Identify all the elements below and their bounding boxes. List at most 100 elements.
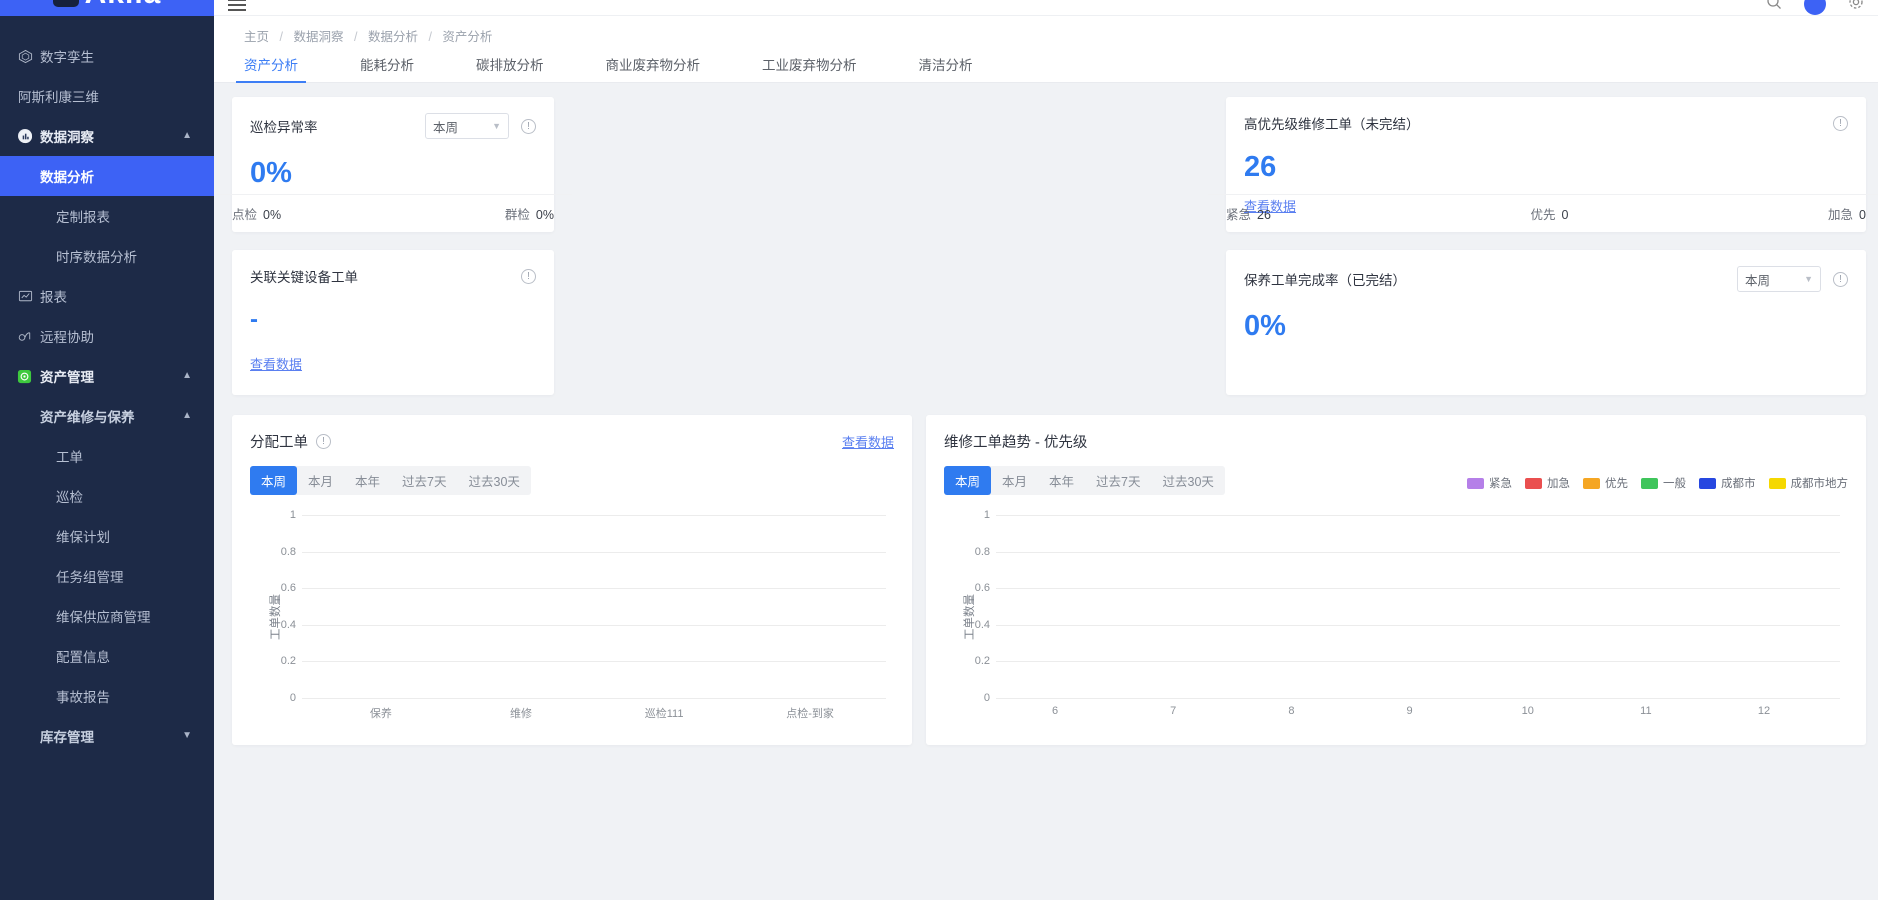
breadcrumb-item-data-insight[interactable]: 数据洞察 — [293, 30, 343, 44]
view-data-link[interactable]: 查看数据 — [250, 354, 302, 373]
sidebar-item-remote-assist[interactable]: 远程协助 — [0, 316, 214, 356]
segment-this-week[interactable]: 本周 — [250, 466, 298, 495]
info-icon[interactable]: ! — [316, 434, 331, 449]
chevron-up-icon[interactable]: ▲ — [182, 411, 192, 421]
sidebar-item-label: 事故报告 — [56, 690, 110, 705]
sidebar-item-report[interactable]: 报表 — [0, 276, 214, 316]
segment-this-month[interactable]: 本月 — [297, 466, 344, 495]
breadcrumb-separator: / — [279, 30, 283, 44]
period-select[interactable]: 本周 ▼ — [425, 113, 509, 139]
kpi-column-left: 巡检异常率 本周 ▼ ! 0% 点检 0% 群检 0% 关联关键设备工单 ! -… — [214, 97, 572, 395]
segment-last-7-days[interactable]: 过去7天 — [391, 466, 457, 495]
footer-stat-urgent: 紧急 26 — [1226, 204, 1271, 223]
info-icon[interactable]: ! — [521, 268, 536, 284]
sidebar-item-label: 数据洞察 — [40, 130, 94, 145]
chart-grid: 0 0.2 0.4 0.6 0.8 1 6 7 8 9 10 11 12 — [975, 509, 1840, 717]
footer-stat-dianjian: 点检 0% — [232, 204, 281, 223]
sidebar-nav: 数字孪生 阿斯利康三维 数据洞察 ▲ 数据分析 定制报表 时序数据分析 报表 远… — [0, 16, 214, 756]
segment-this-year[interactable]: 本年 — [1038, 466, 1085, 495]
chevron-up-icon[interactable]: ▲ — [182, 371, 192, 381]
sidebar-item-config-info[interactable]: 配置信息 — [0, 636, 214, 676]
y-tick: 0.2 — [974, 655, 990, 668]
tab-energy-analysis[interactable]: 能耗分析 — [360, 54, 414, 82]
segment-this-year[interactable]: 本年 — [344, 466, 391, 495]
search-icon[interactable] — [1766, 0, 1782, 13]
chart-plot-area: 工单数量 0 0.2 0.4 0.6 0.8 1 保养 维修 巡检111 点检-… — [250, 509, 894, 724]
card-footer: 点检 0% 群检 0% — [214, 194, 572, 232]
tab-bar: 资产分析 能耗分析 碳排放分析 商业废弃物分析 工业废弃物分析 清洁分析 — [214, 45, 1878, 83]
segment-this-month[interactable]: 本月 — [991, 466, 1038, 495]
y-axis-label: 工单数量 — [964, 593, 976, 640]
sidebar-item-maintenance-supplier-management[interactable]: 维保供应商管理 — [0, 596, 214, 636]
legend-item-normal[interactable]: 一般 — [1641, 475, 1686, 491]
y-tick: 0.8 — [974, 545, 990, 558]
period-select-value: 本周 — [433, 120, 459, 135]
sidebar-item-data-analysis[interactable]: 数据分析 — [0, 156, 214, 196]
sidebar-item-inventory-management[interactable]: 库存管理 ▼ — [0, 716, 214, 756]
footer-stat-label: 群检 — [504, 208, 530, 222]
breadcrumb-item-asset-analysis[interactable]: 资产分析 — [442, 30, 492, 44]
tab-asset-analysis[interactable]: 资产分析 — [236, 54, 306, 83]
chart-grid: 0 0.2 0.4 0.6 0.8 1 保养 维修 巡检111 点检-到家 — [281, 509, 886, 720]
sidebar-item-astrazeneca-3d[interactable]: 阿斯利康三维 — [0, 76, 214, 116]
app-root: Akila 数字孪生 阿斯利康三维 数据洞察 ▲ — [0, 0, 1878, 900]
legend-item-chengdu-local[interactable]: 成都市地方 — [1768, 475, 1849, 491]
sidebar-item-timeseries-analysis[interactable]: 时序数据分析 — [0, 236, 214, 276]
chevron-down-icon[interactable]: ▼ — [182, 731, 192, 741]
menu-toggle-icon[interactable] — [228, 0, 246, 11]
sidebar-item-custom-report[interactable]: 定制报表 — [0, 196, 214, 236]
legend-item-priority[interactable]: 优先 — [1583, 475, 1628, 491]
card-header: 关联关键设备工单 ! — [250, 266, 536, 286]
tab-carbon-analysis[interactable]: 碳排放分析 — [476, 54, 544, 82]
period-select[interactable]: 本周 ▼ — [1737, 266, 1821, 292]
footer-stat-value: 0 — [1561, 208, 1569, 222]
segment-last-7-days[interactable]: 过去7天 — [1085, 466, 1151, 495]
sidebar-item-digital-twin[interactable]: 数字孪生 — [0, 36, 214, 76]
segment-this-week[interactable]: 本周 — [944, 466, 992, 495]
sidebar-item-asset-management[interactable]: 资产管理 ▲ — [0, 356, 214, 396]
tab-industrial-waste-analysis[interactable]: 工业废弃物分析 — [762, 54, 857, 82]
legend-label: 加急 — [1547, 478, 1570, 490]
sidebar-item-asset-repair-maintenance[interactable]: 资产维修与保养 ▲ — [0, 396, 214, 436]
legend-label: 成都市地方 — [1790, 478, 1849, 490]
legend-swatch — [1525, 477, 1542, 489]
sidebar-item-data-insight[interactable]: 数据洞察 ▲ — [0, 116, 214, 156]
breadcrumb-item-data-analysis[interactable]: 数据分析 — [368, 30, 418, 44]
view-data-link[interactable]: 查看数据 — [842, 432, 894, 451]
sidebar-item-incident-report[interactable]: 事故报告 — [0, 676, 214, 716]
tab-commercial-waste-analysis[interactable]: 商业废弃物分析 — [606, 54, 701, 82]
footer-stat-value: 0 — [1859, 208, 1866, 222]
sidebar-item-label: 维保供应商管理 — [56, 610, 151, 625]
info-icon[interactable]: ! — [1833, 271, 1848, 287]
card-header: 高优先级维修工单（未完结） ! — [1244, 113, 1848, 133]
insight-icon — [18, 129, 40, 143]
kpi-value: 26 — [1244, 151, 1277, 183]
chart-card-repair-trend-priority: 维修工单趋势 - 优先级 本周 本月 本年 过去7天 过去30天 紧急 加急 优… — [926, 415, 1866, 745]
kpi-value: - — [250, 306, 258, 333]
breadcrumb-item-home[interactable]: 主页 — [244, 30, 269, 44]
chevron-up-icon[interactable]: ▲ — [182, 131, 192, 141]
sidebar-item-label: 定制报表 — [56, 210, 110, 225]
card-high-priority-work-order: 高优先级维修工单（未完结） ! 26 查看数据 紧急 26 优先 0 加急 0 — [1208, 97, 1878, 232]
legend-item-expedited[interactable]: 加急 — [1525, 475, 1570, 491]
sidebar-item-label: 报表 — [40, 290, 67, 305]
footer-stat-label: 点检 — [232, 208, 258, 222]
segment-last-30-days[interactable]: 过去30天 — [458, 466, 531, 495]
info-icon[interactable]: ! — [1833, 115, 1848, 131]
info-icon[interactable]: ! — [521, 118, 536, 134]
sidebar-item-task-group-management[interactable]: 任务组管理 — [0, 556, 214, 596]
avatar[interactable] — [1804, 0, 1826, 15]
legend-item-urgent[interactable]: 紧急 — [1467, 475, 1512, 491]
segment-last-30-days[interactable]: 过去30天 — [1152, 466, 1225, 495]
legend-item-chengdu[interactable]: 成都市 — [1699, 475, 1756, 491]
footer-stat-qunjian: 群检 0% — [505, 204, 554, 223]
settings-icon[interactable] — [1848, 0, 1864, 13]
sidebar-item-maintenance-plan[interactable]: 维保计划 — [0, 516, 214, 556]
brand-logo[interactable]: Akila — [0, 0, 214, 16]
tab-cleaning-analysis[interactable]: 清洁分析 — [919, 54, 973, 82]
top-bar — [214, 0, 1878, 16]
sidebar-item-inspection[interactable]: 巡检 — [0, 476, 214, 516]
sidebar-item-work-order[interactable]: 工单 — [0, 436, 214, 476]
footer-stat-expedited: 加急 0 — [1828, 204, 1866, 223]
x-tick: 点检-到家 — [786, 708, 834, 720]
